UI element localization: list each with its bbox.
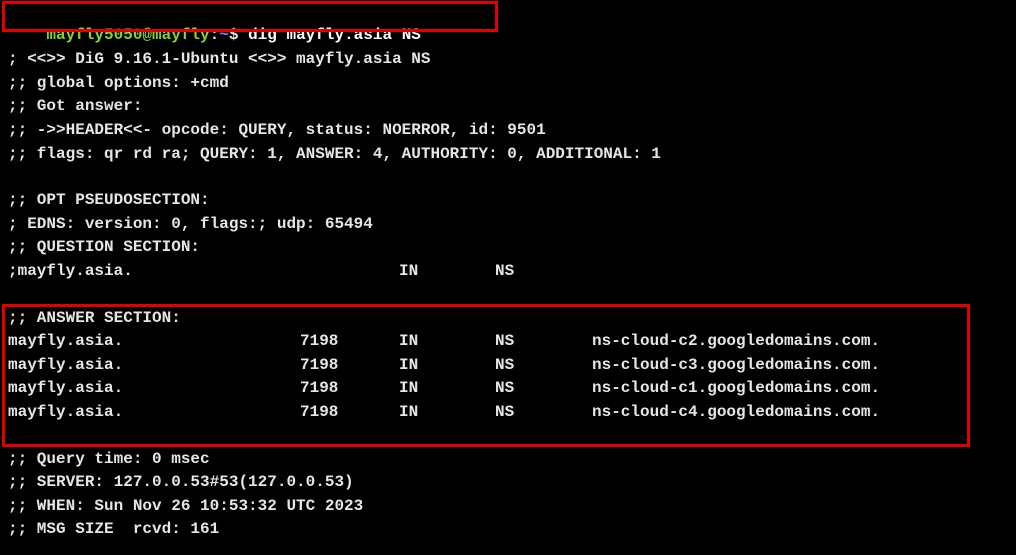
output-line: ;; SERVER: 127.0.0.53#53(127.0.0.53) (8, 473, 354, 491)
output-line: ;; flags: qr rd ra; QUERY: 1, ANSWER: 4,… (8, 145, 661, 163)
terminal-window[interactable]: mayfly5050@mayfly:~$ dig mayfly.asia NS … (0, 0, 1016, 552)
output-line: ;; Query time: 0 msec (8, 450, 210, 468)
output-line: ;; OPT PSEUDOSECTION: (8, 191, 210, 209)
output-line: ;; ->>HEADER<<- opcode: QUERY, status: N… (8, 121, 546, 139)
output-line: ;; WHEN: Sun Nov 26 10:53:32 UTC 2023 (8, 497, 364, 515)
output-line: ;; Got answer: (8, 97, 143, 115)
output-line: ;; global options: +cmd (8, 74, 229, 92)
question-type: NS (495, 262, 515, 280)
question-record: ;mayfly.asia. IN NS (8, 260, 1008, 282)
output-line: ;; QUESTION SECTION: (8, 238, 201, 256)
output-line: ;; MSG SIZE rcvd: 161 (8, 520, 220, 538)
command-highlight-box (2, 1, 498, 32)
question-name: ;mayfly.asia. (8, 262, 133, 280)
question-class: IN (399, 262, 419, 280)
output-line: ; <<>> DiG 9.16.1-Ubuntu <<>> mayfly.asi… (8, 50, 431, 68)
output-line: ; EDNS: version: 0, flags:; udp: 65494 (8, 215, 373, 233)
answer-highlight-box (2, 304, 970, 447)
